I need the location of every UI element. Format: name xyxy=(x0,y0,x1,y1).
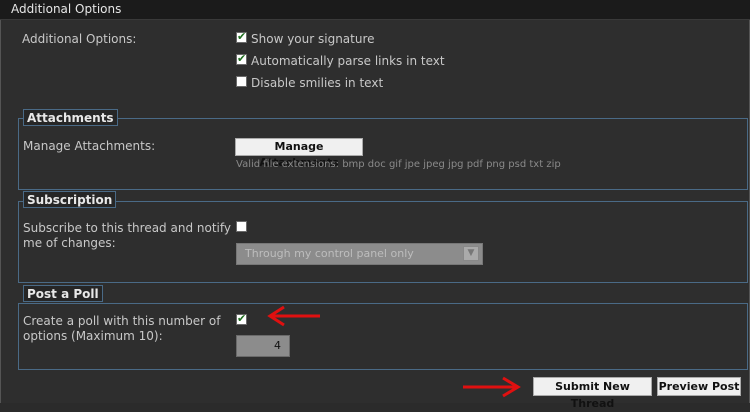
poll-options-count-input[interactable]: 4 xyxy=(236,335,290,357)
attachments-fieldset xyxy=(18,118,748,190)
section-title: Additional Options xyxy=(11,2,122,16)
preview-post-button[interactable]: Preview Post xyxy=(657,377,741,396)
subscribe-label-line1: Subscribe to this thread and notify xyxy=(23,221,231,235)
subscription-legend: Subscription xyxy=(23,191,117,208)
attachments-legend: Attachments xyxy=(23,109,118,126)
show-signature-label: Show your signature xyxy=(251,32,375,46)
parse-links-label: Automatically parse links in text xyxy=(251,54,445,68)
poll-legend: Post a Poll xyxy=(23,285,103,302)
parse-links-checkbox[interactable] xyxy=(236,52,247,65)
subscribe-checkbox[interactable] xyxy=(236,221,247,232)
poll-label-line1: Create a poll with this number of xyxy=(23,314,221,328)
section-header: Additional Options xyxy=(0,0,750,20)
chevron-down-icon: ▼ xyxy=(463,246,479,261)
poll-label-line2: options (Maximum 10): xyxy=(23,329,163,343)
disable-smilies-label: Disable smilies in text xyxy=(251,76,384,90)
annotation-arrow-icon xyxy=(463,376,521,398)
show-signature-checkbox[interactable] xyxy=(236,30,247,43)
subscription-mode-value: Through my control panel only xyxy=(245,247,414,260)
manage-attachments-button[interactable]: Manage Attachments xyxy=(235,138,363,169)
annotation-arrow-icon xyxy=(267,305,320,327)
manage-attachments-label: Manage Attachments: xyxy=(23,139,156,153)
subscription-mode-select[interactable]: Through my control panel only ▼ xyxy=(236,243,483,265)
valid-extensions-text: Valid file extensions: bmp doc gif jpe j… xyxy=(236,159,561,170)
subscription-fieldset xyxy=(18,201,748,283)
subscribe-label-line2: me of changes: xyxy=(23,236,116,250)
submit-new-thread-button[interactable]: Submit New Thread xyxy=(533,377,652,410)
options-panel: Additional Options: Show your signature … xyxy=(0,20,750,410)
poll-checkbox[interactable] xyxy=(236,312,247,325)
additional-options-label: Additional Options: xyxy=(22,32,137,46)
disable-smilies-checkbox[interactable] xyxy=(236,76,247,87)
